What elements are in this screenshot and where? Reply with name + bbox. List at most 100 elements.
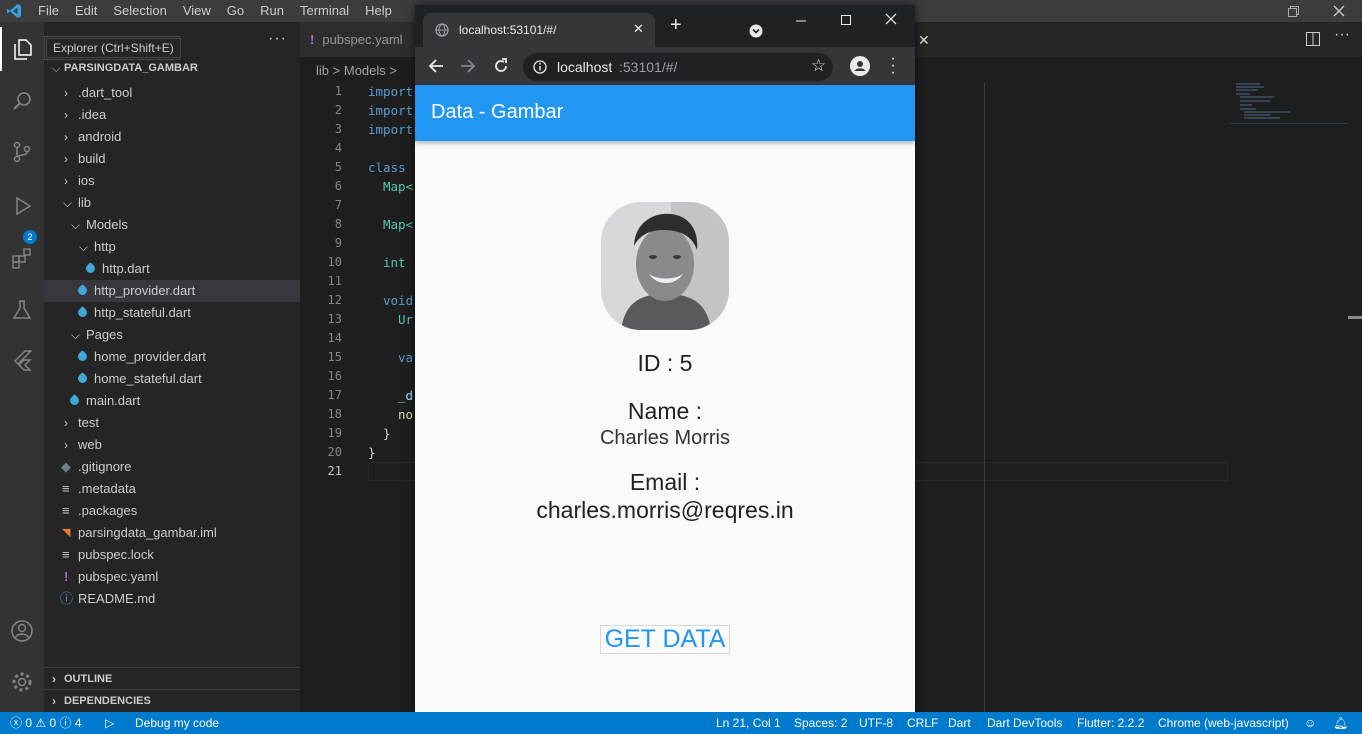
tree-item-dart-tool[interactable]: › .dart_tool [44, 82, 300, 104]
close-window-icon[interactable] [1316, 0, 1362, 22]
problems-indicator[interactable]: ⓧ 0 ⚠ 0 ⓘ 4 [10, 712, 82, 734]
tree-item-android[interactable]: › android [44, 126, 300, 148]
more-actions-icon[interactable]: ··· [268, 30, 287, 48]
testing-flask-icon[interactable] [0, 288, 44, 332]
debug-config[interactable]: Debug my code [135, 712, 219, 734]
menu-run[interactable]: Run [252, 0, 292, 22]
accounts-icon[interactable] [0, 609, 44, 653]
target-device[interactable]: Chrome (web-javascript) [1158, 712, 1289, 734]
code-line[interactable]: } [368, 443, 376, 462]
tree-item-idea[interactable]: › .idea [44, 104, 300, 126]
line-number: 15 [327, 350, 342, 364]
tree-item-test[interactable]: › test [44, 412, 300, 434]
tree-item-http-provider[interactable]: http_provider.dart [44, 280, 300, 302]
code-line[interactable]: Map< [383, 215, 413, 234]
tree-item-http-folder[interactable]: ⌵ http [44, 236, 300, 258]
code-line[interactable]: } [383, 424, 391, 443]
notifications-bell-icon[interactable]: 🔔︎ [1333, 712, 1348, 734]
encoding[interactable]: UTF-8 [859, 712, 893, 734]
outline-section[interactable]: › OUTLINE [44, 667, 300, 689]
search-icon[interactable] [0, 79, 44, 123]
breadcrumb-lib[interactable]: lib [316, 63, 329, 78]
browser-tab[interactable]: localhost:53101/#/ ✕ [423, 13, 655, 47]
reload-icon[interactable] [493, 58, 509, 74]
new-tab-icon[interactable]: + [670, 15, 682, 35]
code-line[interactable]: no [398, 405, 413, 424]
debug-run-icon[interactable]: ▷ [105, 712, 114, 734]
dependencies-section[interactable]: › DEPENDENCIES [44, 689, 300, 711]
feedback-icon[interactable]: ☺ [1304, 712, 1316, 734]
menu-go[interactable]: Go [219, 0, 252, 22]
profile-avatar-icon[interactable] [850, 56, 870, 76]
tree-item-pages[interactable]: ⌵ Pages [44, 324, 300, 346]
explorer-icon[interactable] [0, 27, 44, 71]
minimap[interactable] [1230, 82, 1348, 124]
back-arrow-icon[interactable] [428, 58, 444, 74]
code-line[interactable]: import [368, 101, 413, 120]
tree-item-gitignore[interactable]: ◆ .gitignore [44, 456, 300, 478]
source-control-icon[interactable] [0, 130, 44, 174]
menu-terminal[interactable]: Terminal [292, 0, 357, 22]
tree-item-lib[interactable]: ⌵ lib [44, 192, 300, 214]
tree-item-home-provider[interactable]: home_provider.dart [44, 346, 300, 368]
language-mode[interactable]: Dart [948, 712, 971, 734]
tree-item-web[interactable]: › web [44, 434, 300, 456]
forward-arrow-icon[interactable] [460, 58, 476, 74]
code-line[interactable]: va [398, 348, 413, 367]
code-line[interactable]: import [368, 82, 413, 101]
code-line[interactable]: Map< [383, 177, 413, 196]
tree-item-pubspec-yaml[interactable]: ! pubspec.yaml [44, 566, 300, 588]
code-line[interactable]: int [383, 253, 406, 272]
close-window-icon[interactable] [885, 13, 897, 25]
tree-item-build[interactable]: › build [44, 148, 300, 170]
tree-item-ios[interactable]: › ios [44, 170, 300, 192]
indentation[interactable]: Spaces: 2 [794, 712, 847, 734]
minimize-icon[interactable] [795, 15, 807, 27]
menu-selection[interactable]: Selection [105, 0, 174, 22]
editor-scrollbar[interactable] [1348, 316, 1362, 319]
settings-gear-icon[interactable] [0, 660, 44, 704]
tree-item-http-stateful[interactable]: http_stateful.dart [44, 302, 300, 324]
tree-item-models[interactable]: ⌵ Models [44, 214, 300, 236]
workspace-root[interactable]: PARSINGDATA_GAMBAR [64, 62, 198, 74]
cursor-position[interactable]: Ln 21, Col 1 [716, 712, 781, 734]
get-data-button[interactable]: GET DATA [600, 625, 730, 654]
address-bar[interactable]: localhost :53101/#/ ☆ [523, 53, 833, 81]
flutter-icon[interactable] [0, 338, 44, 382]
tree-item-metadata[interactable]: ≡ .metadata [44, 478, 300, 500]
code-line[interactable]: import [368, 120, 413, 139]
menu-view[interactable]: View [175, 0, 219, 22]
tree-item-http-dart[interactable]: http.dart [44, 258, 300, 280]
restore-icon[interactable] [1270, 0, 1316, 22]
run-debug-icon[interactable] [0, 184, 44, 228]
tree-item-pubspec-lock[interactable]: ≡ pubspec.lock [44, 544, 300, 566]
split-editor-icon[interactable] [1306, 32, 1320, 49]
menu-file[interactable]: File [30, 0, 67, 22]
site-info-icon[interactable] [533, 60, 547, 74]
editor-tab-pubspec[interactable]: ! pubspec.yaml [300, 22, 420, 57]
close-tab-icon[interactable]: ✕ [633, 21, 644, 37]
flutter-version[interactable]: Flutter: 2.2.2 [1077, 712, 1144, 734]
code-line[interactable]: void [383, 291, 413, 310]
tree-item-iml[interactable]: ◥ parsingdata_gambar.iml [44, 522, 300, 544]
code-line[interactable]: class [368, 158, 406, 177]
more-actions-icon[interactable]: ··· [1334, 26, 1350, 44]
tab-search-icon[interactable] [749, 24, 763, 38]
extensions-icon[interactable] [0, 236, 44, 280]
code-line[interactable]: _d [398, 386, 413, 405]
breadcrumb-models[interactable]: Models [344, 63, 386, 78]
menu-help[interactable]: Help [357, 0, 400, 22]
tree-item-home-stateful[interactable]: home_stateful.dart [44, 368, 300, 390]
tree-item-packages[interactable]: ≡ .packages [44, 500, 300, 522]
maximize-icon[interactable] [840, 14, 852, 26]
close-tab-icon[interactable]: ✕ [918, 32, 930, 49]
bookmark-star-icon[interactable]: ☆ [811, 56, 826, 76]
chevron-down-icon[interactable]: ⌵ [52, 63, 60, 76]
dart-devtools[interactable]: Dart DevTools [987, 712, 1062, 734]
chrome-menu-icon[interactable]: · · · [890, 51, 896, 81]
menu-edit[interactable]: Edit [67, 0, 105, 22]
tree-item-readme[interactable]: ⓘ README.md [44, 588, 300, 610]
tree-item-main-dart[interactable]: main.dart [44, 390, 300, 412]
code-line[interactable]: Ur [398, 310, 413, 329]
end-of-line[interactable]: CRLF [907, 712, 938, 734]
